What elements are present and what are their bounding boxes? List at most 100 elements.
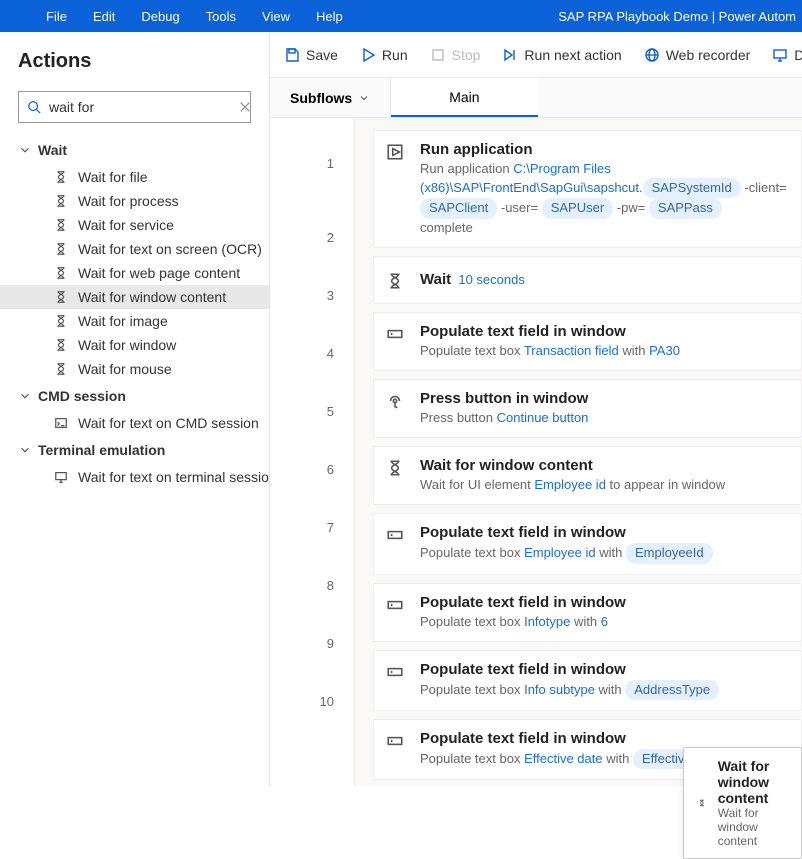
menu-file[interactable]: File <box>46 9 67 24</box>
tree-item-label: Wait for window <box>78 337 176 353</box>
step-title: Wait for window content <box>420 457 789 474</box>
chevron-down-icon <box>358 92 370 104</box>
stop-icon <box>430 47 446 63</box>
tree-category-label: Wait <box>38 142 67 158</box>
line-number: 9 <box>270 614 354 672</box>
save-button[interactable]: Save <box>284 47 338 63</box>
tree-item[interactable]: Wait for process <box>0 189 269 213</box>
tree-item-label: Wait for file <box>78 169 148 185</box>
stop-button[interactable]: Stop <box>430 47 481 63</box>
tree-item[interactable]: Wait for service <box>0 213 269 237</box>
chevron-down-icon <box>18 143 32 157</box>
line-number: 8 <box>270 556 354 614</box>
step-icon <box>386 143 404 161</box>
action-icon <box>54 362 68 376</box>
tree-item-label: Wait for text on screen (OCR) <box>78 241 262 257</box>
step-title: Populate text field in window <box>420 661 789 678</box>
tree-item-label: Wait for service <box>78 217 174 233</box>
toolbar: Save Run Stop Run next action Web record… <box>270 32 802 78</box>
flow-step[interactable]: Populate text field in windowPopulate te… <box>373 513 802 574</box>
actions-sidebar: Actions Wait Wait for file Wait for proces… <box>0 32 270 786</box>
line-number: 6 <box>270 440 354 498</box>
step-icon <box>386 325 404 343</box>
web-recorder-button[interactable]: Web recorder <box>644 47 751 63</box>
menu-view[interactable]: View <box>262 9 290 24</box>
tree-item[interactable]: Wait for window content <box>0 285 269 309</box>
tree-item[interactable]: Wait for text on screen (OCR) <box>0 237 269 261</box>
flow-step[interactable]: Press button in window Press button Conti… <box>373 379 802 438</box>
tree-item-label: Wait for text on terminal session <box>78 469 269 485</box>
action-icon <box>54 338 68 352</box>
hourglass-icon <box>698 794 706 812</box>
step-icon <box>386 596 404 614</box>
action-icon <box>54 266 68 280</box>
flow-step[interactable]: Run applicationRun application C:\Progra… <box>373 130 802 248</box>
line-number: 4 <box>270 324 354 382</box>
menu-edit[interactable]: Edit <box>93 9 115 24</box>
clear-search-icon[interactable] <box>238 100 252 114</box>
step-desc: Populate text box Transaction field with… <box>420 342 789 360</box>
menu-bar: File Edit Debug Tools View Help <box>0 9 343 24</box>
step-title: Populate text field in window <box>420 594 789 611</box>
step-title: Populate text field in window <box>420 730 789 747</box>
action-search-input[interactable] <box>49 99 230 115</box>
line-number: 3 <box>270 266 354 324</box>
flow-step[interactable]: Populate text field in window Populate te… <box>373 312 802 371</box>
tree-category-label: CMD session <box>38 388 126 404</box>
step-icon <box>386 392 404 410</box>
tab-main[interactable]: Main <box>391 78 537 117</box>
step-icon <box>386 663 404 681</box>
step-title: Populate text field in window <box>420 524 789 541</box>
step-title: Press button in window <box>420 390 789 407</box>
chevron-down-icon <box>18 443 32 457</box>
action-icon <box>54 218 68 232</box>
action-icon <box>54 470 68 484</box>
drag-tooltip-title: Wait for window content <box>718 758 787 806</box>
step-title: Populate text field in window <box>420 323 789 340</box>
step-icon <box>386 526 404 544</box>
tree-item-label: Wait for web page content <box>78 265 240 281</box>
window-title: SAP RPA Playbook Demo | Power Autom <box>558 9 802 24</box>
tree-category[interactable]: Terminal emulation <box>0 435 269 465</box>
flow-step[interactable]: Populate text field in windowPopulate te… <box>373 583 802 642</box>
sidebar-title: Actions <box>0 50 269 91</box>
chevron-down-icon <box>18 389 32 403</box>
run-button[interactable]: Run <box>360 47 408 63</box>
menu-debug[interactable]: Debug <box>141 9 179 24</box>
tree-item[interactable]: Wait for image <box>0 309 269 333</box>
menu-help[interactable]: Help <box>316 9 343 24</box>
action-icon <box>54 194 68 208</box>
play-icon <box>360 47 376 63</box>
desktop-recorder-button[interactable]: Desktop recon <box>772 47 802 63</box>
save-icon <box>284 47 300 63</box>
tree-item[interactable]: Wait for text on terminal session <box>0 465 269 489</box>
step-desc: Press button Continue button <box>420 409 789 427</box>
tree-item-label: Wait for mouse <box>78 361 172 377</box>
action-icon <box>54 170 68 184</box>
menu-tools[interactable]: Tools <box>206 9 236 24</box>
line-number: 2 <box>270 208 354 266</box>
tree-item[interactable]: Wait for file <box>0 165 269 189</box>
tree-item[interactable]: Wait for window <box>0 333 269 357</box>
line-gutter: 12345678910 <box>270 118 355 786</box>
tree-item[interactable]: Wait for web page content <box>0 261 269 285</box>
action-icon <box>54 314 68 328</box>
step-desc: Run application C:\Program Files (x86)\S… <box>420 160 789 237</box>
tree-category[interactable]: Wait <box>0 135 269 165</box>
tree-item[interactable]: Wait for mouse <box>0 357 269 381</box>
line-number: 10 <box>270 672 354 730</box>
subflows-dropdown[interactable]: Subflows <box>270 78 391 117</box>
tree-category[interactable]: CMD session <box>0 381 269 411</box>
tree-item-label: Wait for image <box>78 313 168 329</box>
action-search[interactable] <box>18 91 251 123</box>
flow-step[interactable]: Wait for window contentWait for UI eleme… <box>373 446 802 505</box>
tree-item[interactable]: Wait for text on CMD session <box>0 411 269 435</box>
tree-item-label: Wait for text on CMD session <box>78 415 259 431</box>
step-desc: Populate text box Info subtype with Addr… <box>420 680 789 700</box>
run-next-button[interactable]: Run next action <box>502 47 621 63</box>
flow-step[interactable]: Populate text field in window Populate te… <box>373 650 802 711</box>
run-next-icon <box>502 47 518 63</box>
tree-category-label: Terminal emulation <box>38 442 165 458</box>
step-icon <box>386 732 404 750</box>
flow-step[interactable]: Wait 10 seconds <box>373 256 802 304</box>
